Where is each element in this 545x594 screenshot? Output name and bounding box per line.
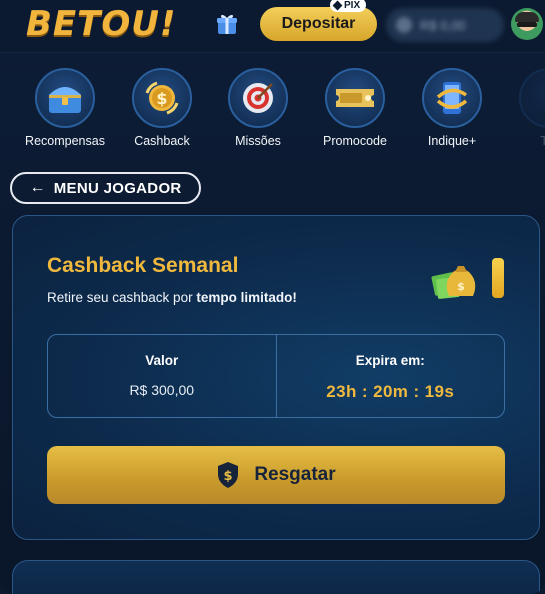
top-bar: BETOU! Depositar PIX R$ 0,00	[0, 0, 545, 53]
brand-logo[interactable]: BETOU!	[26, 4, 176, 44]
cashback-subtitle: Retire seu cashback por tempo limitado!	[47, 290, 297, 305]
nav-label: Tor	[540, 134, 545, 148]
value-cell: Valor R$ 300,00	[48, 335, 276, 417]
svg-text:$: $	[457, 280, 465, 293]
expires-label: Expira em:	[355, 353, 425, 368]
nav-item-missoes[interactable]: Missões	[208, 68, 308, 148]
expires-timer: 23h : 20m : 19s	[326, 382, 455, 401]
next-card	[12, 560, 540, 594]
wallet-icon	[396, 17, 412, 33]
pix-icon	[332, 0, 343, 10]
menu-jogador-back-button[interactable]: ← MENU JOGADOR	[10, 172, 201, 204]
resgatar-label: Resgatar	[254, 464, 336, 485]
nav-label: Promocode	[323, 134, 387, 148]
quick-nav: Recompensas $ Cashback Missões Promocode…	[0, 68, 545, 156]
nav-item-recompensas[interactable]: Recompensas	[15, 68, 115, 148]
cashback-coin-icon: $	[145, 81, 179, 115]
treasure-chest-icon	[49, 87, 81, 113]
arrow-left-icon: ←	[29, 179, 46, 196]
phone-share-icon	[436, 82, 468, 114]
menu-jogador-label: MENU JOGADOR	[53, 179, 182, 197]
deposit-button[interactable]: Depositar	[260, 7, 377, 41]
cashback-subtitle-emphasis: tempo limitado!	[196, 290, 297, 305]
resgatar-button[interactable]: $ Resgatar	[47, 446, 505, 504]
gift-icon[interactable]	[216, 13, 238, 35]
pix-badge: PIX	[330, 0, 367, 12]
shield-dollar-icon: $	[218, 462, 239, 488]
money-bag-icon: $	[431, 266, 476, 299]
app-frame: BETOU! Depositar PIX R$ 0,00 Recompensas…	[0, 0, 545, 594]
nav-item-cashback[interactable]: $ Cashback	[112, 68, 212, 148]
cashback-progress-icon	[492, 258, 504, 298]
avatar[interactable]	[511, 8, 543, 40]
pix-label: PIX	[344, 0, 361, 11]
nav-item-indique[interactable]: Indique+	[402, 68, 502, 148]
cashback-subtitle-text: Retire seu cashback por	[47, 290, 197, 305]
cashback-info-box: Valor R$ 300,00 Expira em: 23h : 20m : 1…	[47, 334, 505, 418]
balance-value: R$ 0,00	[420, 17, 466, 33]
nav-label: Recompensas	[25, 134, 105, 148]
nav-item-torneios[interactable]: Tor	[499, 68, 545, 148]
value-label: Valor	[145, 353, 179, 368]
nav-label: Indique+	[427, 134, 477, 148]
svg-text:$: $	[156, 89, 167, 108]
expires-cell: Expira em: 23h : 20m : 19s	[275, 335, 505, 417]
cashback-title: Cashback Semanal	[47, 254, 239, 277]
ticket-icon	[336, 89, 374, 107]
value-amount: R$ 300,00	[129, 382, 195, 398]
cashback-card: Cashback Semanal Retire seu cashback por…	[12, 215, 540, 540]
balance-display[interactable]: R$ 0,00	[386, 8, 504, 42]
nav-item-promocode[interactable]: Promocode	[305, 68, 405, 148]
target-icon	[243, 83, 273, 113]
svg-text:$: $	[224, 469, 233, 484]
nav-label: Cashback	[134, 134, 190, 148]
tournament-icon	[519, 68, 545, 128]
nav-label: Missões	[235, 134, 281, 148]
